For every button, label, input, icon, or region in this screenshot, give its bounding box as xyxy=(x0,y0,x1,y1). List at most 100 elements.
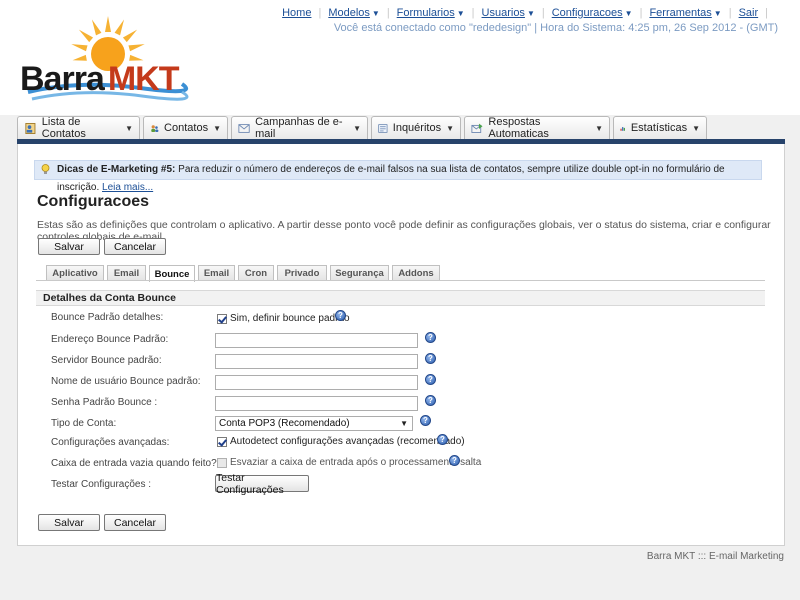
tabs-baseline xyxy=(36,280,765,281)
contacts-icon xyxy=(151,124,159,132)
chevron-down-icon[interactable]: ▼ xyxy=(625,9,633,18)
separator: | xyxy=(765,7,768,19)
bounce-password-label: Senha Padrão Bounce : xyxy=(51,397,158,408)
bounce-default-checkbox-label[interactable]: Sim, definir bounce padrão xyxy=(230,313,350,324)
empty-inbox-label: Caixa de entrada vazia quando feito? xyxy=(51,458,217,469)
chevron-down-icon: ▼ xyxy=(595,123,603,133)
barramkt-logo[interactable]: Barra MKT xyxy=(20,14,190,106)
nav-tab-lista-de-contatos[interactable]: Lista de Contatos ▼ xyxy=(17,116,140,140)
tab-email[interactable]: Email xyxy=(107,265,146,281)
nav-tab-label: Respostas Automaticas xyxy=(488,116,549,140)
separator: | xyxy=(471,7,475,19)
separator: | xyxy=(318,7,322,19)
bounce-password-input[interactable] xyxy=(215,396,418,411)
chevron-down-icon[interactable]: ▼ xyxy=(714,9,722,18)
topnav-home[interactable]: Home xyxy=(282,7,311,19)
help-icon[interactable]: ? xyxy=(425,374,436,385)
autoresponder-icon xyxy=(471,123,483,133)
account-type-value: Conta POP3 (Recomendado) xyxy=(219,418,350,429)
page-title: Configuracoes xyxy=(37,193,150,210)
nav-tab-respostas-automaticas[interactable]: Respostas Automaticas ▼ xyxy=(464,116,610,140)
tip-banner: Dicas de E-Marketing #5: Para reduzir o … xyxy=(34,160,762,193)
save-button-bottom[interactable]: Salvar xyxy=(38,514,100,531)
account-type-select[interactable]: Conta POP3 (Recomendado) ▼ xyxy=(215,416,413,431)
help-icon[interactable]: ? xyxy=(335,310,346,321)
nav-tab-estatisticas[interactable]: Estatísticas ▼ xyxy=(613,116,707,139)
advanced-autodetect-checkbox-label[interactable]: Autodetect configurações avançadas (reco… xyxy=(230,436,465,447)
help-icon[interactable]: ? xyxy=(437,434,448,445)
topnav-ferramentas[interactable]: Ferramentas xyxy=(649,7,711,19)
logo-text: Barra MKT xyxy=(20,60,179,99)
nav-tab-label: Campanhas de e-mail xyxy=(255,116,343,140)
chevron-down-icon[interactable]: ▼ xyxy=(527,9,535,18)
footer-text: Barra MKT ::: E-mail Marketing xyxy=(646,551,784,562)
tab-addons[interactable]: Addons xyxy=(392,265,440,281)
user-status-line: Você está conectado como "rededesign" | … xyxy=(333,22,778,34)
empty-inbox-checkbox-label[interactable]: Esvaziar a caixa de entrada após o proce… xyxy=(230,457,481,468)
chevron-down-icon[interactable]: ▼ xyxy=(457,9,465,18)
nav-tab-inqueritos[interactable]: Inquéritos ▼ xyxy=(371,116,461,139)
nav-tab-label: Inquéritos xyxy=(392,122,442,134)
topnav-formularios[interactable]: Formularios xyxy=(397,7,455,19)
tab-seguranca[interactable]: Segurança xyxy=(330,265,389,281)
nav-tab-label: Lista de Contatos xyxy=(41,116,86,140)
settings-panel: Dicas de E-Marketing #5: Para reduzir o … xyxy=(17,144,785,546)
empty-inbox-checkbox[interactable] xyxy=(217,458,227,468)
bounce-default-checkbox[interactable] xyxy=(217,314,227,324)
nav-tab-label: Contatos xyxy=(164,122,209,134)
tab-aplicativo[interactable]: Aplicativo xyxy=(46,265,104,281)
tab-cron[interactable]: Cron xyxy=(238,265,274,281)
chevron-down-icon: ▼ xyxy=(353,123,361,133)
envelope-icon xyxy=(238,123,250,133)
account-type-label: Tipo de Conta: xyxy=(51,418,117,429)
chevron-down-icon: ▼ xyxy=(446,123,454,133)
separator: | xyxy=(386,7,390,19)
topnav-sair[interactable]: Sair xyxy=(739,7,759,19)
bounce-username-label: Nome de usuário Bounce padrão: xyxy=(51,376,201,387)
save-button[interactable]: Salvar xyxy=(38,238,100,255)
chevron-down-icon: ▼ xyxy=(125,123,133,133)
test-settings-button[interactable]: Testar Configurações xyxy=(215,472,309,496)
help-icon[interactable]: ? xyxy=(425,353,436,364)
section-header: Detalhes da Conta Bounce xyxy=(36,290,765,306)
test-settings-label: Testar Configurações : xyxy=(51,479,152,490)
bounce-server-label: Servidor Bounce padrão: xyxy=(51,355,162,366)
tab-email-2[interactable]: Email xyxy=(198,265,235,281)
topnav-modelos[interactable]: Modelos xyxy=(328,7,370,19)
nav-tab-campanhas[interactable]: Campanhas de e-mail ▼ xyxy=(231,116,368,140)
separator: | xyxy=(728,7,732,19)
lightbulb-icon xyxy=(41,164,50,174)
nav-tab-label: Estatísticas xyxy=(630,122,688,134)
bounce-address-input[interactable] xyxy=(215,333,418,348)
chart-icon xyxy=(620,126,625,131)
separator: | xyxy=(541,7,545,19)
header: Barra MKT Home | Modelos ▼ | Formularios ▼ | Usua… xyxy=(0,0,800,115)
help-icon[interactable]: ? xyxy=(425,395,436,406)
topnav-usuarios[interactable]: Usuarios xyxy=(482,7,525,19)
chevron-down-icon: ▼ xyxy=(692,123,700,133)
help-icon[interactable]: ? xyxy=(420,415,431,426)
cancel-button-bottom[interactable]: Cancelar xyxy=(104,514,166,531)
cancel-button[interactable]: Cancelar xyxy=(104,238,166,255)
bounce-address-label: Endereço Bounce Padrão: xyxy=(51,334,169,345)
chevron-down-icon[interactable]: ▼ xyxy=(372,9,380,18)
tip-read-more-link[interactable]: Leia mais... xyxy=(102,182,153,193)
chevron-down-icon: ▼ xyxy=(400,419,408,428)
help-icon[interactable]: ? xyxy=(425,332,436,343)
tab-privado[interactable]: Privado xyxy=(277,265,327,281)
bounce-default-label: Bounce Padrão detalhes: xyxy=(51,312,164,323)
advanced-autodetect-checkbox[interactable] xyxy=(217,437,227,447)
advanced-settings-label: Configurações avançadas: xyxy=(51,437,170,448)
bounce-server-input[interactable] xyxy=(215,354,418,369)
help-icon[interactable]: ? xyxy=(449,455,460,466)
contact-list-icon xyxy=(25,122,36,134)
chevron-down-icon: ▼ xyxy=(213,123,221,133)
logo-mkt: MKT xyxy=(107,60,180,98)
separator: | xyxy=(639,7,643,19)
tip-title: Dicas de E-Marketing #5: xyxy=(57,164,176,175)
nav-tab-contatos[interactable]: Contatos ▼ xyxy=(143,116,228,139)
topnav-configuracoes[interactable]: Configuracoes xyxy=(552,7,623,19)
top-navigation: Home | Modelos ▼ | Formularios ▼ | Usuarios ▼ | Con… xyxy=(282,7,775,19)
logo-barra: Barra xyxy=(20,60,105,98)
bounce-username-input[interactable] xyxy=(215,375,418,390)
